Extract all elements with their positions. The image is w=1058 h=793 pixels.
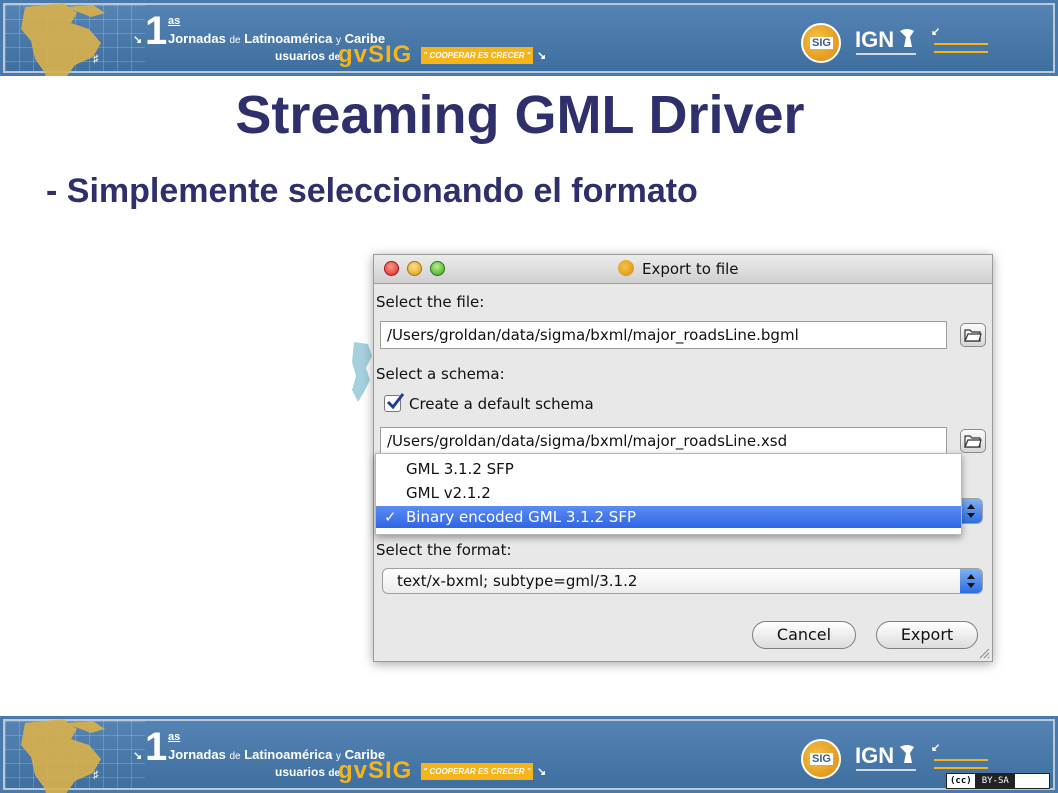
event-jornadas: Jornadas bbox=[168, 747, 226, 762]
create-default-schema-label: Create a default schema bbox=[409, 395, 594, 413]
zoom-window-button[interactable] bbox=[430, 261, 445, 276]
arrow-mark-icon: ↙ bbox=[931, 742, 941, 754]
slide-title: Streaming GML Driver bbox=[235, 85, 805, 145]
arrow-mark-icon: ↘ bbox=[537, 766, 547, 778]
event-usuarios-word: usuarios bbox=[275, 765, 326, 779]
format-select-value: text/x-bxml; subtype=gml/3.1.2 bbox=[397, 572, 638, 590]
header-banner-frame: ↘ ♯ 1 as Jornadas de Latinoamérica y Car… bbox=[3, 3, 1055, 76]
dialog-title: Export to file bbox=[642, 260, 739, 278]
select-schema-label: Select a schema: bbox=[376, 365, 505, 383]
arrow-mark-icon: ↘ bbox=[133, 34, 143, 46]
select-arrows-icon bbox=[960, 569, 982, 593]
select-arrows-icon bbox=[960, 499, 982, 523]
version-option-gml-v212[interactable]: GML v2.1.2 bbox=[376, 482, 961, 504]
gold-lines-decoration bbox=[934, 43, 988, 53]
ign-emblem-icon bbox=[900, 29, 914, 47]
gvsig-logo: gvSIG bbox=[338, 41, 413, 68]
event-latam: Latinoamérica bbox=[244, 31, 333, 46]
footer-banner: ↘ ♯ 1 as Jornadas de Latinoamérica y Car… bbox=[0, 716, 1058, 793]
footer-banner-frame: ↘ ♯ 1 as Jornadas de Latinoamérica y Car… bbox=[3, 719, 1055, 793]
ordinal-suffix: as bbox=[168, 15, 181, 27]
sig-logo-text: SIG bbox=[810, 753, 833, 765]
version-option-binary-gml-label: Binary encoded GML 3.1.2 SFP bbox=[406, 508, 636, 526]
ign-subtitle-line bbox=[856, 769, 916, 771]
map-fragment-icon bbox=[352, 342, 372, 402]
arrow-mark-icon: ↘ bbox=[537, 50, 547, 62]
folder-icon bbox=[964, 435, 982, 448]
gvsig-logo: gvSIG bbox=[338, 757, 413, 784]
event-jornadas: Jornadas bbox=[168, 31, 226, 46]
sig-logo: SIG bbox=[801, 23, 841, 63]
event-usuarios: usuarios de bbox=[275, 49, 340, 63]
create-default-schema-checkbox[interactable] bbox=[384, 393, 405, 412]
resize-grip-icon[interactable] bbox=[978, 647, 990, 659]
cc-by-sa-license-badge[interactable]: (cc) BY-SA bbox=[946, 773, 1050, 789]
checkmark-icon bbox=[386, 393, 405, 410]
hash-mark-icon: ♯ bbox=[93, 53, 99, 65]
slogan-badge: " COOPERAR ES CRECER " bbox=[421, 763, 533, 780]
cc-label: (cc) bbox=[947, 774, 976, 788]
minimize-window-button[interactable] bbox=[407, 261, 422, 276]
event-de: de bbox=[229, 751, 241, 762]
event-usuarios: usuarios de bbox=[275, 765, 340, 779]
ordinal-suffix: as bbox=[168, 731, 181, 743]
ordinal-number: 1 bbox=[145, 725, 168, 769]
event-latam: Latinoamérica bbox=[244, 747, 333, 762]
browse-file-button[interactable] bbox=[960, 323, 986, 347]
select-format-label: Select the format: bbox=[376, 541, 512, 559]
event-de: de bbox=[229, 35, 241, 46]
schema-path-field[interactable]: /Users/groldan/data/sigma/bxml/major_roa… bbox=[380, 427, 947, 455]
event-usuarios-word: usuarios bbox=[275, 49, 326, 63]
selected-check-icon: ✓ bbox=[384, 508, 397, 526]
latin-america-map-icon bbox=[21, 719, 105, 793]
dialog-titlebar[interactable]: Export to file bbox=[374, 255, 992, 284]
close-window-button[interactable] bbox=[384, 261, 399, 276]
file-path-field[interactable]: /Users/groldan/data/sigma/bxml/major_roa… bbox=[380, 321, 947, 349]
select-file-label: Select the file: bbox=[376, 293, 485, 311]
ign-logo: IGN bbox=[855, 743, 895, 768]
export-button[interactable]: Export bbox=[876, 621, 978, 649]
arrow-mark-icon: ↘ bbox=[133, 750, 143, 762]
app-icon bbox=[618, 260, 634, 276]
hash-mark-icon: ♯ bbox=[93, 769, 99, 781]
header-banner: ↘ ♯ 1 as Jornadas de Latinoamérica y Car… bbox=[0, 0, 1058, 76]
version-popup-menu: GML 3.1.2 SFP GML v2.1.2 ✓ Binary encode… bbox=[375, 453, 962, 535]
by-sa-label: BY-SA bbox=[975, 774, 1015, 788]
slogan-badge: " COOPERAR ES CRECER " bbox=[421, 47, 533, 64]
gold-lines-decoration bbox=[934, 759, 988, 769]
latin-america-map-icon bbox=[21, 3, 105, 76]
cancel-button[interactable]: Cancel bbox=[752, 621, 856, 649]
slide-subtitle: - Simplemente seleccionando el formato bbox=[46, 172, 698, 210]
sig-logo: SIG bbox=[801, 739, 841, 779]
format-select[interactable]: text/x-bxml; subtype=gml/3.1.2 bbox=[382, 568, 983, 594]
ign-logo: IGN bbox=[855, 27, 895, 52]
version-option-binary-gml[interactable]: ✓ Binary encoded GML 3.1.2 SFP bbox=[376, 506, 961, 528]
arrow-mark-icon: ↙ bbox=[931, 26, 941, 38]
browse-schema-button[interactable] bbox=[960, 429, 986, 453]
version-option-gml-312-sfp[interactable]: GML 3.1.2 SFP bbox=[376, 458, 961, 480]
sig-logo-text: SIG bbox=[810, 37, 833, 49]
ign-subtitle-line bbox=[856, 53, 916, 55]
folder-icon bbox=[964, 329, 982, 342]
export-dialog: Export to file Select the file: /Users/g… bbox=[373, 254, 993, 662]
ordinal-number: 1 bbox=[145, 9, 168, 53]
ign-emblem-icon bbox=[900, 745, 914, 763]
